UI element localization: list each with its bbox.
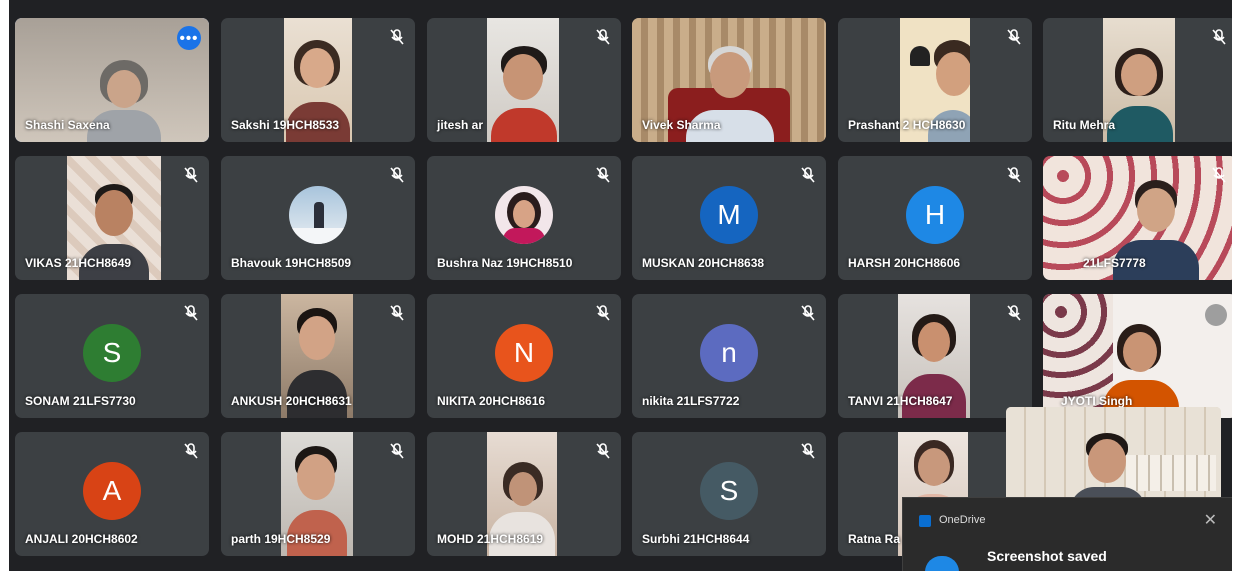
mic-off-icon bbox=[184, 305, 198, 321]
initial-avatar: n bbox=[700, 324, 758, 382]
participant-name: NIKITA 20HCH8616 bbox=[437, 394, 546, 408]
mic-off-icon bbox=[390, 29, 404, 45]
participant-tile[interactable]: H HARSH 20HCH8606 bbox=[838, 156, 1032, 280]
initial-avatar: A bbox=[83, 462, 141, 520]
initial-avatar: H bbox=[906, 186, 964, 244]
participant-tile[interactable]: ANKUSH 20HCH8631 bbox=[221, 294, 415, 418]
participant-tile[interactable]: Sakshi 19HCH8533 bbox=[221, 18, 415, 142]
participant-name: MOHD 21HCH8619 bbox=[437, 532, 544, 546]
participant-name: Vivek Sharma bbox=[642, 118, 721, 132]
participant-tile[interactable]: Bhavouk 19HCH8509 bbox=[221, 156, 415, 280]
mic-off-icon bbox=[184, 443, 198, 459]
participant-name: nikita 21LFS7722 bbox=[642, 394, 740, 408]
mic-off-icon bbox=[390, 443, 404, 459]
participant-tile[interactable]: S SONAM 21LFS7730 bbox=[15, 294, 209, 418]
participant-tile[interactable]: Bushra Naz 19HCH8510 bbox=[427, 156, 621, 280]
participant-name: MUSKAN 20HCH8638 bbox=[642, 256, 765, 270]
close-notification-button[interactable]: ✕ bbox=[1204, 510, 1217, 530]
participant-tile[interactable]: N NIKITA 20HCH8616 bbox=[427, 294, 621, 418]
initial-avatar: S bbox=[83, 324, 141, 382]
onedrive-icon bbox=[919, 515, 931, 527]
mic-off-icon bbox=[1205, 304, 1227, 326]
participant-name: parth 19HCH8529 bbox=[231, 532, 331, 546]
participant-tile[interactable]: JYOTI Singh bbox=[1043, 294, 1237, 418]
participant-name: SONAM 21LFS7730 bbox=[25, 394, 136, 408]
participant-name: Bhavouk 19HCH8509 bbox=[231, 256, 352, 270]
mic-off-icon bbox=[801, 167, 815, 183]
participant-name: Bushra Naz 19HCH8510 bbox=[437, 256, 573, 270]
mic-off-icon bbox=[1212, 29, 1226, 45]
mic-off-icon bbox=[596, 443, 610, 459]
initial-avatar: S bbox=[700, 462, 758, 520]
mic-off-icon bbox=[1007, 167, 1021, 183]
participant-name: ANJALI 20HCH8602 bbox=[25, 532, 138, 546]
onedrive-notification[interactable]: OneDrive ✕ Screenshot saved bbox=[902, 497, 1234, 571]
notification-message: Screenshot saved bbox=[987, 548, 1107, 564]
mic-off-icon bbox=[801, 443, 815, 459]
mic-off-icon bbox=[1007, 29, 1021, 45]
participant-photo bbox=[495, 186, 553, 244]
participant-tile[interactable]: ••• Shashi Saxena bbox=[15, 18, 209, 142]
participant-tile[interactable]: jitesh ar bbox=[427, 18, 621, 142]
participant-name: jitesh ar bbox=[437, 118, 484, 132]
participant-name: Prashant 2 HCH8630 bbox=[848, 118, 966, 132]
participant-tile[interactable]: n nikita 21LFS7722 bbox=[632, 294, 826, 418]
mic-off-icon bbox=[596, 305, 610, 321]
mic-off-icon bbox=[596, 29, 610, 45]
cloud-icon bbox=[925, 556, 959, 571]
meeting-grid: ••• Shashi Saxena Sakshi 19HCH8533 jites… bbox=[0, 0, 1237, 571]
participant-tile[interactable]: Vivek Sharma bbox=[632, 18, 826, 142]
initial-avatar: N bbox=[495, 324, 553, 382]
initial-avatar: M bbox=[700, 186, 758, 244]
mic-off-icon bbox=[390, 305, 404, 321]
participant-tile[interactable]: Ritu Mehra bbox=[1043, 18, 1237, 142]
mic-off-icon bbox=[801, 305, 815, 321]
participant-tile[interactable]: VIKAS 21HCH8649 bbox=[15, 156, 209, 280]
participant-tile[interactable]: S Surbhi 21HCH8644 bbox=[632, 432, 826, 556]
participant-tile[interactable]: MOHD 21HCH8619 bbox=[427, 432, 621, 556]
mic-off-icon bbox=[184, 167, 198, 183]
mic-off-icon bbox=[1212, 167, 1226, 183]
participant-name: 21LFS7778 bbox=[1083, 256, 1146, 270]
participant-tile[interactable]: Prashant 2 HCH8630 bbox=[838, 18, 1032, 142]
participant-name: Surbhi 21HCH8644 bbox=[642, 532, 750, 546]
participant-name: ANKUSH 20HCH8631 bbox=[231, 394, 352, 408]
participant-name: Ratna Ra bbox=[848, 532, 901, 546]
participant-name: VIKAS 21HCH8649 bbox=[25, 256, 132, 270]
self-view[interactable] bbox=[1006, 407, 1221, 507]
participant-photo bbox=[289, 186, 347, 244]
mic-off-icon bbox=[596, 167, 610, 183]
mic-off-icon bbox=[1007, 305, 1021, 321]
participant-tile[interactable]: TANVI 21HCH8647 bbox=[838, 294, 1032, 418]
participant-tile[interactable]: A ANJALI 20HCH8602 bbox=[15, 432, 209, 556]
participant-name: HARSH 20HCH8606 bbox=[848, 256, 961, 270]
participant-tile[interactable]: parth 19HCH8529 bbox=[221, 432, 415, 556]
participant-tile[interactable]: M MUSKAN 20HCH8638 bbox=[632, 156, 826, 280]
mic-off-icon bbox=[390, 167, 404, 183]
participant-video bbox=[487, 18, 559, 142]
more-options-button[interactable]: ••• bbox=[177, 26, 201, 50]
participant-name: Sakshi 19HCH8533 bbox=[231, 118, 340, 132]
participant-name: JYOTI Singh bbox=[1061, 394, 1133, 408]
left-edge bbox=[0, 0, 9, 571]
participant-name: Shashi Saxena bbox=[25, 118, 110, 132]
participant-name: Ritu Mehra bbox=[1053, 118, 1116, 132]
participant-tile[interactable]: 21LFS7778 bbox=[1043, 156, 1237, 280]
participant-name: TANVI 21HCH8647 bbox=[848, 394, 953, 408]
notification-app-name: OneDrive bbox=[939, 514, 986, 526]
right-edge bbox=[1232, 0, 1237, 571]
